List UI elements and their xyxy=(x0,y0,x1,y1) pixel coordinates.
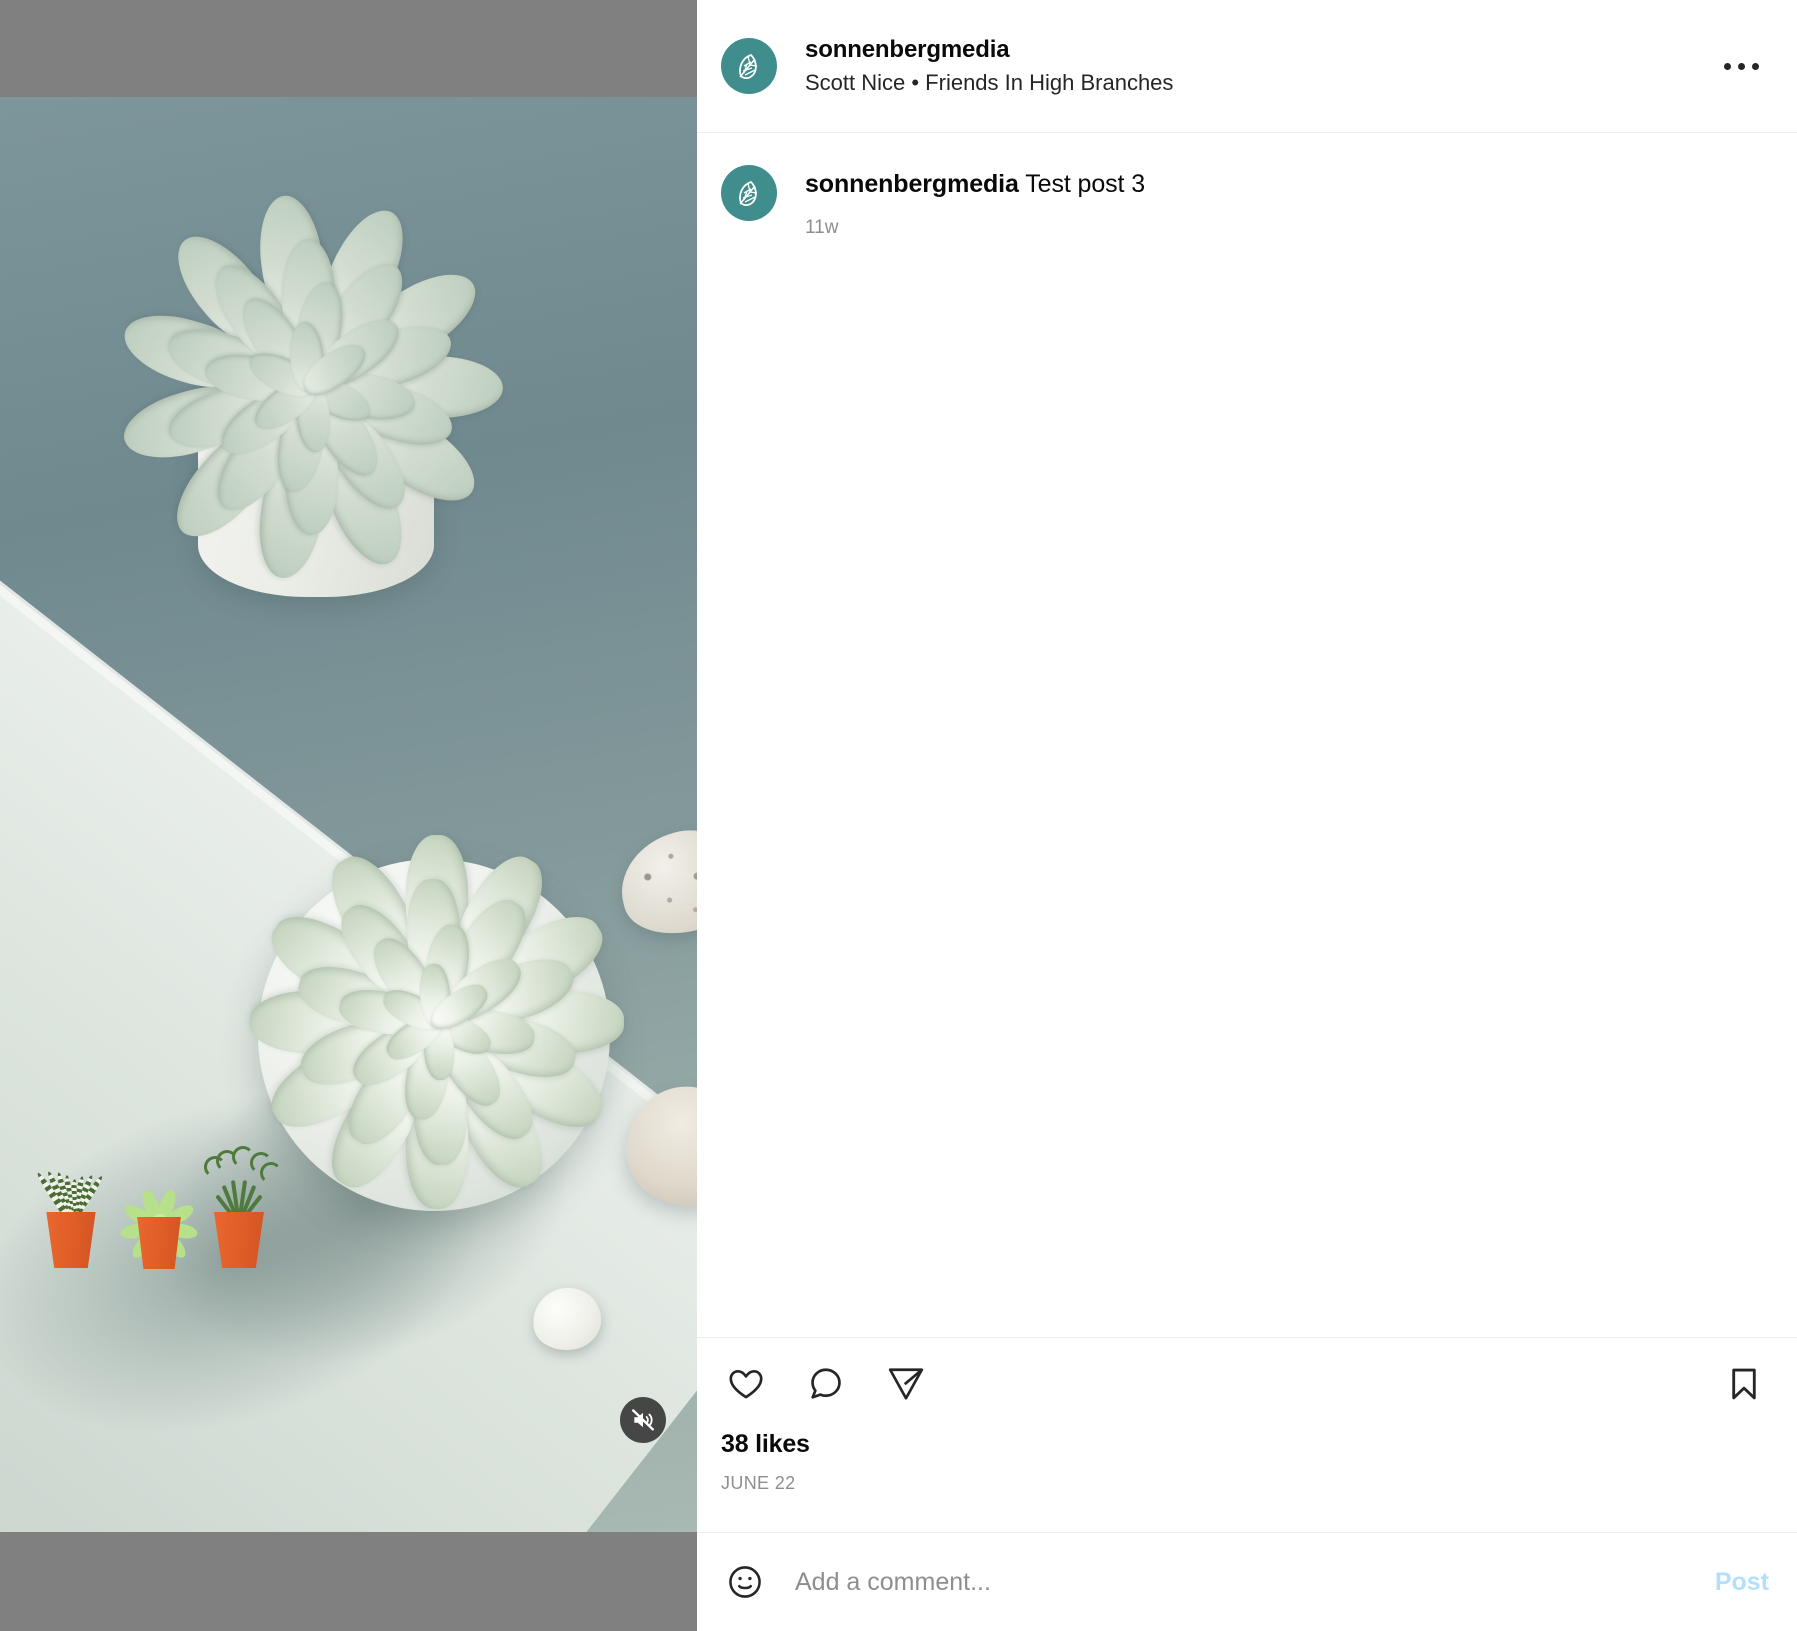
succulent-lower xyxy=(250,835,624,1209)
comment-button[interactable] xyxy=(801,1359,851,1409)
caption-body: sonnenbergmedia Test post 3 11w xyxy=(805,165,1769,239)
post-comment-button[interactable]: Post xyxy=(1695,1568,1769,1597)
ellipsis-icon-dot xyxy=(1723,62,1731,70)
action-bar xyxy=(697,1338,1797,1430)
header-text-block: sonnenbergmedia Scott Nice • Friends In … xyxy=(805,36,1713,97)
curly-fern-sticker xyxy=(202,1146,282,1268)
caption-message: Test post 3 xyxy=(1025,170,1146,198)
like-button[interactable] xyxy=(721,1359,771,1409)
ellipsis-icon-dot xyxy=(1737,62,1745,70)
caption-text: sonnenbergmedia Test post 3 xyxy=(805,167,1769,201)
speaker-muted-icon xyxy=(632,1409,654,1431)
zebra-haworthia-sticker xyxy=(35,1154,106,1268)
echeveria-sticker xyxy=(119,1187,199,1269)
sticker-pot xyxy=(46,1212,96,1268)
audio-attribution[interactable]: Scott Nice • Friends In High Branches xyxy=(805,70,1713,96)
comment-bar: Post xyxy=(697,1533,1797,1631)
mute-toggle-button[interactable] xyxy=(620,1397,666,1443)
sticker-pot xyxy=(137,1217,181,1269)
sticker-fern-curl xyxy=(204,1156,226,1178)
post-date: JUNE 22 xyxy=(721,1473,796,1493)
engagement-area: 38 likes JUNE 22 xyxy=(697,1430,1797,1494)
post-info-pane: sonnenbergmedia Scott Nice • Friends In … xyxy=(697,0,1797,1631)
ellipsis-icon-dot xyxy=(1751,62,1759,70)
action-buttons-left xyxy=(721,1359,931,1409)
paper-plane-icon xyxy=(888,1368,924,1400)
post-header: sonnenbergmedia Scott Nice • Friends In … xyxy=(697,0,1797,132)
comment-bubble-icon xyxy=(811,1368,841,1399)
likes-count[interactable]: 38 likes xyxy=(721,1430,1769,1459)
comment-input[interactable] xyxy=(795,1567,1695,1597)
caption-row: sonnenbergmedia Test post 3 11w xyxy=(721,165,1769,239)
emoji-picker-button[interactable] xyxy=(721,1558,769,1606)
leaf-logo-avatar-icon xyxy=(739,180,758,207)
header-username[interactable]: sonnenbergmedia xyxy=(805,36,1713,64)
avatar[interactable] xyxy=(721,38,777,94)
smiley-face-icon xyxy=(729,1566,761,1598)
caption-timestamp: 11w xyxy=(805,217,839,238)
share-button[interactable] xyxy=(881,1359,931,1409)
post-media-pane[interactable] xyxy=(0,0,697,1631)
sticker-fern-curl xyxy=(250,1152,272,1174)
succulent-upper xyxy=(110,191,510,583)
sticker-pot xyxy=(214,1212,264,1268)
caption-avatar[interactable] xyxy=(721,165,777,221)
caption-area: sonnenbergmedia Test post 3 11w xyxy=(697,133,1797,1337)
caption-username[interactable]: sonnenbergmedia xyxy=(805,170,1019,198)
more-options-button[interactable] xyxy=(1713,44,1769,88)
engagement-spacer xyxy=(697,1494,1797,1532)
leaf-logo-avatar-icon xyxy=(739,53,758,80)
instagram-post: sonnenbergmedia Scott Nice • Friends In … xyxy=(0,0,1797,1631)
video-player[interactable] xyxy=(0,97,697,1532)
save-button[interactable] xyxy=(1719,1359,1769,1409)
heart-icon xyxy=(729,1369,763,1399)
bookmark-icon xyxy=(1732,1368,1756,1400)
